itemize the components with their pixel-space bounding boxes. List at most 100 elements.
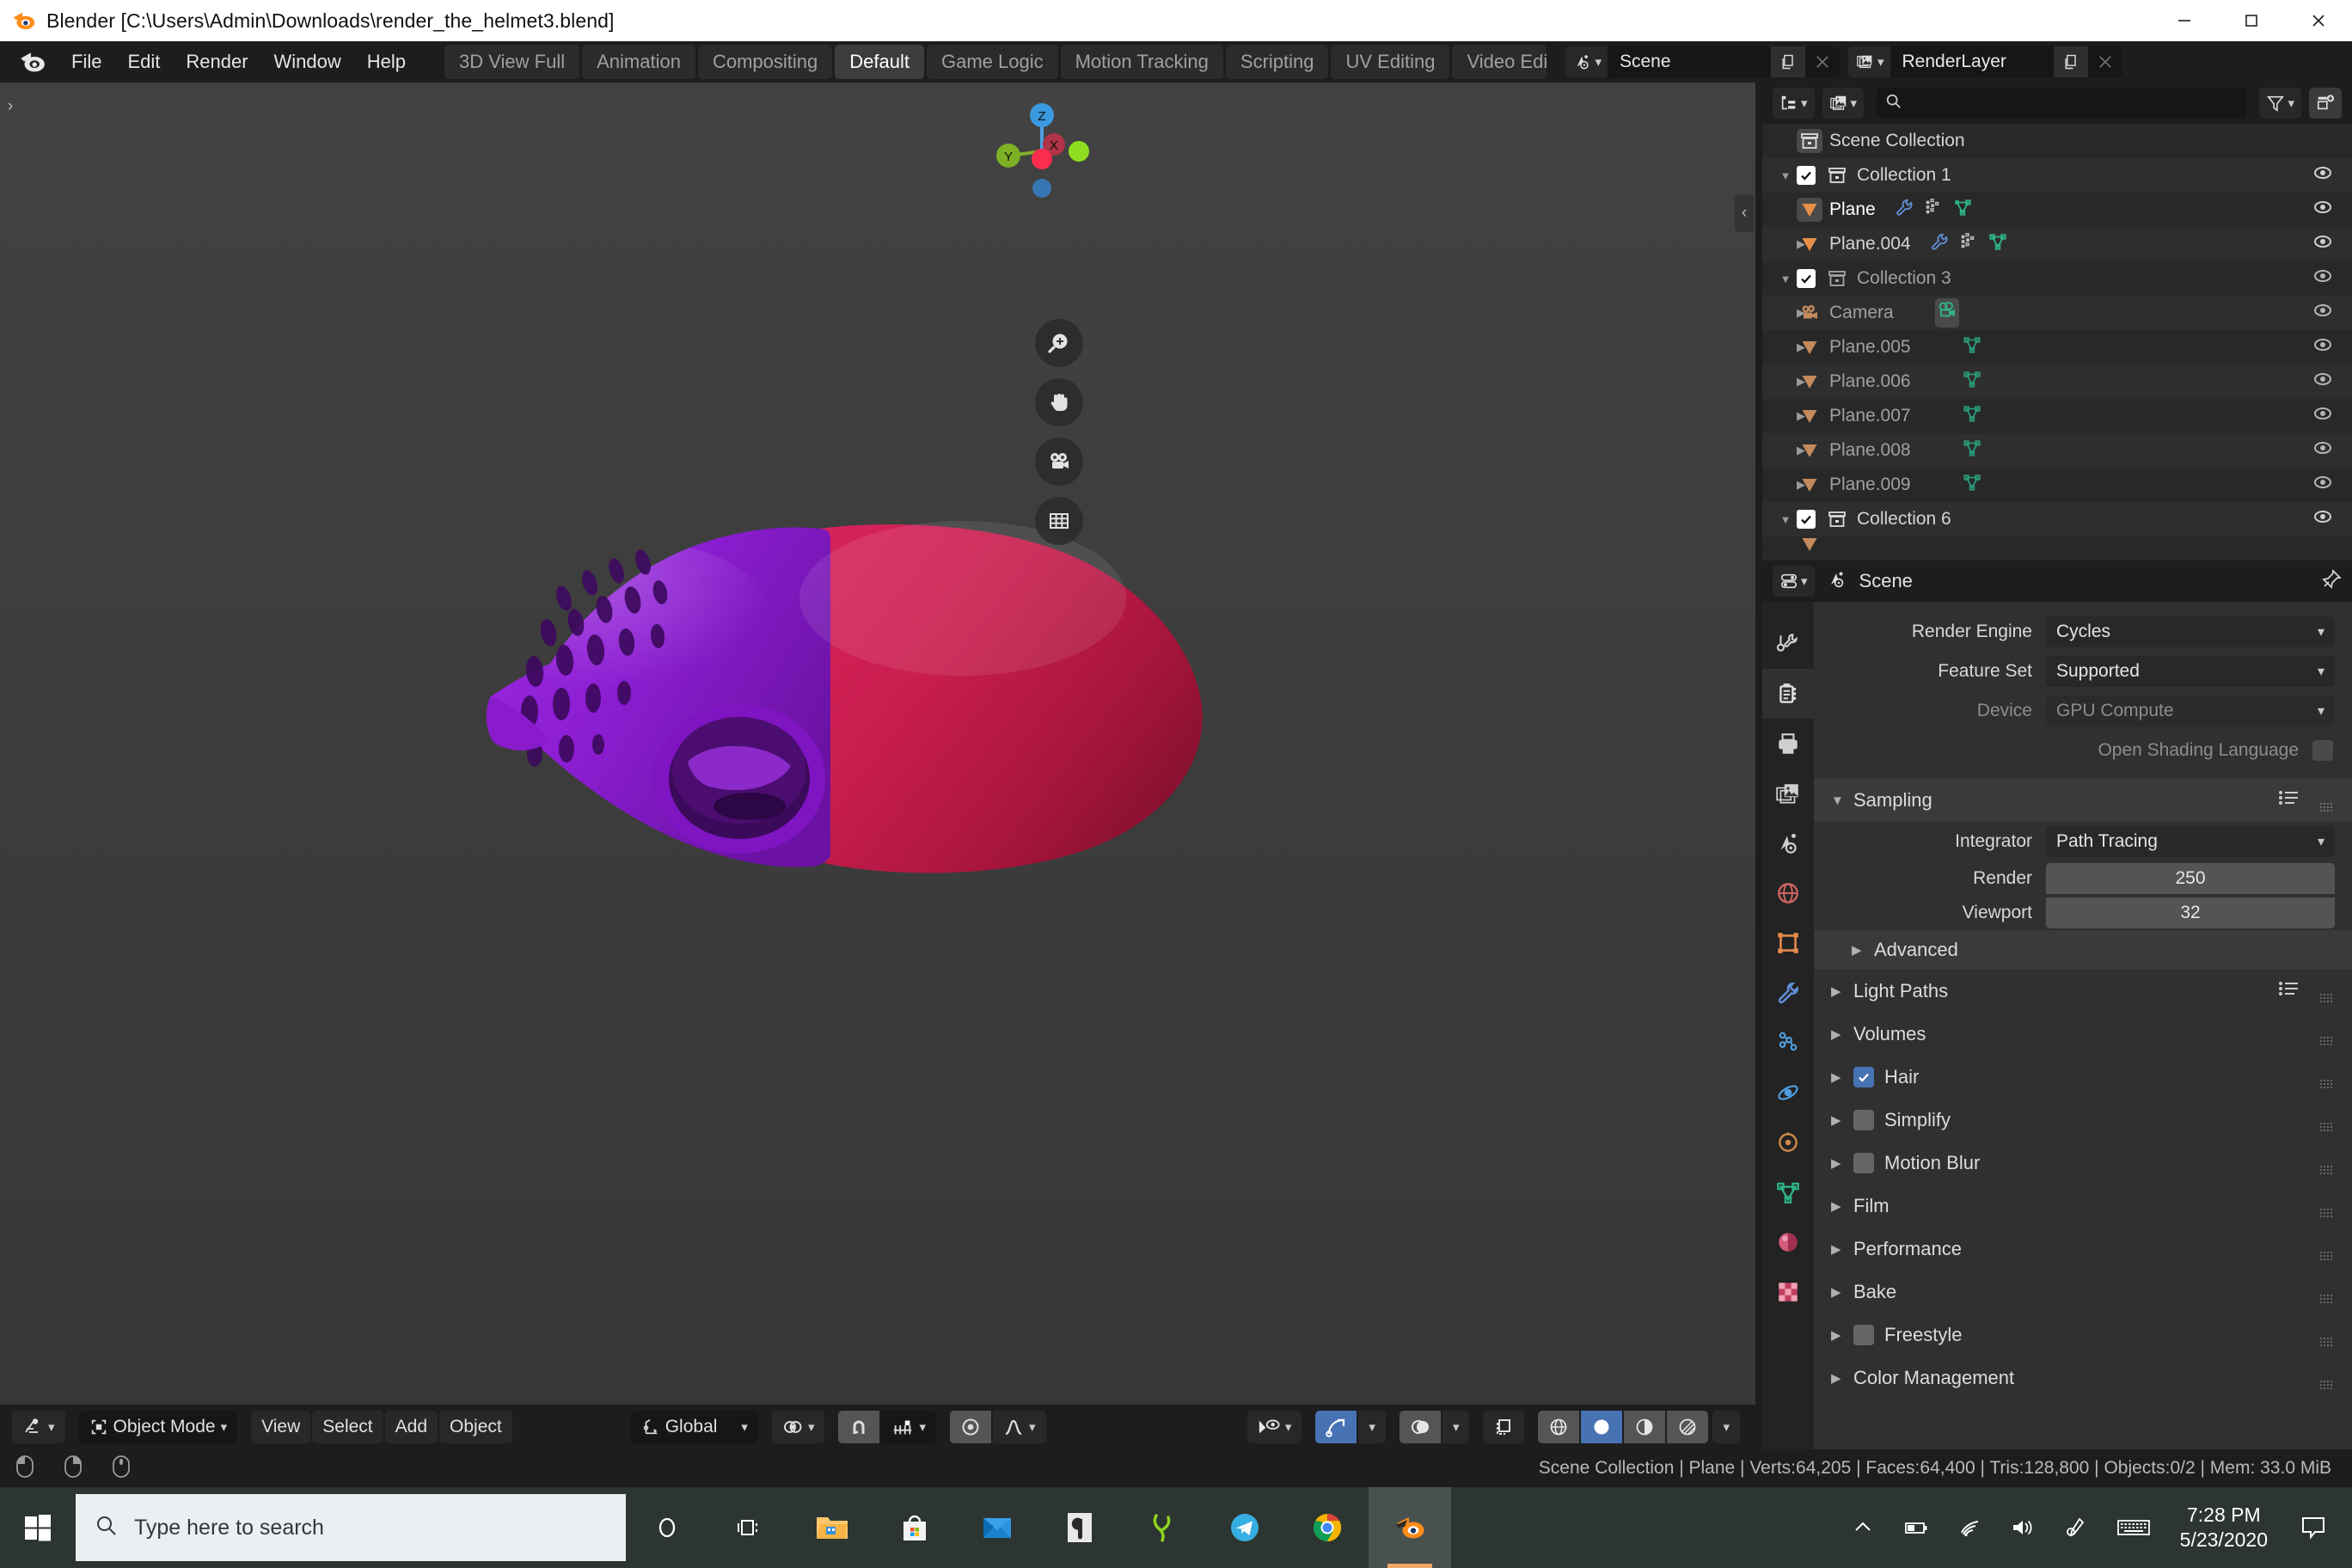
search-field[interactable]	[1909, 93, 2239, 113]
show-gizmo-icon[interactable]	[1315, 1411, 1357, 1443]
collection-enable-checkbox[interactable]	[1797, 269, 1816, 288]
scene-selector[interactable]: ▾ Scene	[1565, 46, 1840, 77]
chevron-left-icon[interactable]: ‹	[1735, 194, 1754, 232]
toggle-ortho-grid-icon[interactable]	[1035, 497, 1083, 545]
disclosure-down-icon[interactable]: ▼	[1774, 513, 1797, 526]
tab-scripting[interactable]: Scripting	[1225, 45, 1329, 79]
snap-magnet-icon[interactable]	[838, 1411, 880, 1443]
outliner-display-mode-icon[interactable]: ▾	[1773, 88, 1815, 119]
3d-viewport[interactable]: X Z Y ‹ ›	[0, 83, 1755, 1427]
panel-drag-grip-icon[interactable]	[2319, 1244, 2335, 1260]
mesh-data-icon[interactable]	[1953, 198, 1972, 222]
feature-set-dropdown[interactable]: Supported ▾	[2046, 656, 2335, 687]
camera-view-icon[interactable]	[1035, 438, 1083, 486]
show-hidden-icons-icon[interactable]	[1836, 1487, 1890, 1568]
outliner-search-input[interactable]	[1877, 88, 2247, 119]
performance-panel-header[interactable]: ▶ Performance	[1814, 1228, 2352, 1271]
visibility-eye-icon[interactable]	[2312, 233, 2333, 255]
helmet-3d-object[interactable]	[481, 495, 1238, 908]
shading-solid-icon[interactable]	[1581, 1411, 1623, 1443]
wifi-icon[interactable]	[1943, 1487, 1996, 1568]
film-panel-header[interactable]: ▶ Film	[1814, 1185, 2352, 1228]
properties-tab-modifier[interactable]	[1762, 968, 1814, 1018]
render-engine-dropdown[interactable]: Cycles ▾	[2046, 616, 2335, 647]
outliner-row-partial[interactable]	[1762, 536, 2352, 552]
object-visibility-icon[interactable]: ▾	[1246, 1411, 1302, 1443]
menu-render[interactable]: Render	[173, 46, 260, 77]
tab-motion-tracking[interactable]: Motion Tracking	[1060, 45, 1223, 79]
outliner-row-plane-005[interactable]: ▶ Plane.005	[1762, 330, 2352, 364]
touch-keyboard-icon[interactable]	[2103, 1487, 2165, 1568]
object-mode-selector[interactable]: Object Mode ▾	[78, 1411, 238, 1443]
collection-enable-checkbox[interactable]	[1797, 166, 1816, 185]
properties-tab-physics[interactable]	[1762, 1068, 1814, 1118]
simplify-checkbox[interactable]	[1853, 1110, 1874, 1130]
viewport-navigation-gizmo[interactable]: X Z Y	[982, 91, 1102, 211]
properties-tab-render[interactable]	[1762, 669, 1814, 719]
disclosure-right-icon[interactable]: ▶	[1774, 340, 1805, 354]
show-overlays-icon[interactable]	[1399, 1411, 1441, 1443]
visibility-eye-icon[interactable]	[2312, 439, 2333, 462]
tab-video-editing[interactable]: Video Editing	[1452, 45, 1547, 79]
microsoft-store-icon[interactable]	[873, 1487, 956, 1568]
outliner-row-collection-6[interactable]: ▼ Collection 6	[1762, 502, 2352, 536]
snap-increment-icon[interactable]: ▾	[881, 1411, 937, 1443]
unlink-viewlayer-icon[interactable]	[2088, 46, 2122, 77]
blender-icon[interactable]	[1369, 1487, 1451, 1568]
menu-view[interactable]: View	[251, 1411, 311, 1443]
panel-drag-grip-icon[interactable]	[2319, 1115, 2335, 1131]
cortana-icon[interactable]	[626, 1487, 708, 1568]
viewport-samples-field[interactable]: 32	[2046, 897, 2335, 928]
menu-file[interactable]: File	[58, 46, 114, 77]
properties-tab-view-layer[interactable]	[1762, 769, 1814, 818]
gizmo-dropdown[interactable]: ▾	[1358, 1411, 1386, 1443]
unlink-scene-icon[interactable]	[1805, 46, 1840, 77]
close-icon[interactable]	[2285, 0, 2352, 41]
properties-tab-output[interactable]	[1762, 719, 1814, 769]
panel-drag-grip-icon[interactable]	[2319, 1158, 2335, 1174]
freestyle-panel-header[interactable]: ▶ Freestyle	[1814, 1314, 2352, 1357]
visibility-eye-icon[interactable]	[2312, 164, 2333, 187]
motion-blur-panel-header[interactable]: ▶ Motion Blur	[1814, 1142, 2352, 1185]
chevron-right-icon[interactable]: ›	[0, 88, 21, 126]
calibre-icon[interactable]	[1121, 1487, 1204, 1568]
shading-wireframe-icon[interactable]	[1538, 1411, 1580, 1443]
render-samples-field[interactable]: 250	[2046, 863, 2335, 894]
outliner-row-plane-009[interactable]: ▶ Plane.009	[1762, 468, 2352, 502]
pin-icon[interactable]	[2321, 568, 2342, 594]
disclosure-right-icon[interactable]: ▶	[1774, 237, 1805, 251]
disclosure-right-icon[interactable]: ▶	[1774, 375, 1805, 389]
motion-blur-checkbox[interactable]	[1853, 1153, 1874, 1173]
particles-icon[interactable]	[1924, 198, 1943, 222]
scene-icon[interactable]: ▾	[1565, 46, 1608, 77]
panel-drag-grip-icon[interactable]	[2319, 1201, 2335, 1217]
task-view-icon[interactable]	[708, 1487, 791, 1568]
panel-drag-grip-icon[interactable]	[2319, 795, 2335, 812]
menu-edit[interactable]: Edit	[114, 46, 173, 77]
visibility-eye-icon[interactable]	[2312, 267, 2333, 290]
scene-name[interactable]: Scene	[1608, 46, 1771, 77]
tab-default[interactable]: Default	[835, 45, 924, 79]
outliner-row-plane[interactable]: ▶ Plane	[1762, 193, 2352, 227]
menu-help[interactable]: Help	[354, 46, 419, 77]
editor-type-properties-icon[interactable]: ▾	[1773, 566, 1815, 597]
particles-icon[interactable]	[1959, 232, 1978, 256]
shading-dropdown[interactable]: ▾	[1712, 1411, 1740, 1443]
google-chrome-icon[interactable]	[1286, 1487, 1369, 1568]
new-collection-icon[interactable]	[2309, 88, 2342, 119]
visibility-eye-icon[interactable]	[2312, 199, 2333, 221]
editor-type-3dview-icon[interactable]: ▾	[12, 1411, 65, 1443]
renderlayers-icon[interactable]: ▾	[1847, 46, 1890, 77]
mail-icon[interactable]	[956, 1487, 1038, 1568]
disclosure-right-icon[interactable]: ▶	[1774, 306, 1805, 320]
osl-checkbox[interactable]	[2312, 740, 2333, 761]
volumes-panel-header[interactable]: ▶ Volumes	[1814, 1013, 2352, 1056]
file-explorer-icon[interactable]	[791, 1487, 873, 1568]
transform-orientation-selector[interactable]: Global ▾	[630, 1411, 758, 1443]
outliner-row-plane-004[interactable]: ▶ Plane.004	[1762, 227, 2352, 261]
panel-drag-grip-icon[interactable]	[2319, 1287, 2335, 1303]
panel-drag-grip-icon[interactable]	[2319, 1029, 2335, 1045]
mesh-data-icon[interactable]	[1988, 232, 2007, 256]
modifier-wrench-icon[interactable]	[1930, 232, 1949, 256]
outliner-row-collection-3[interactable]: ▼ Collection 3	[1762, 261, 2352, 296]
